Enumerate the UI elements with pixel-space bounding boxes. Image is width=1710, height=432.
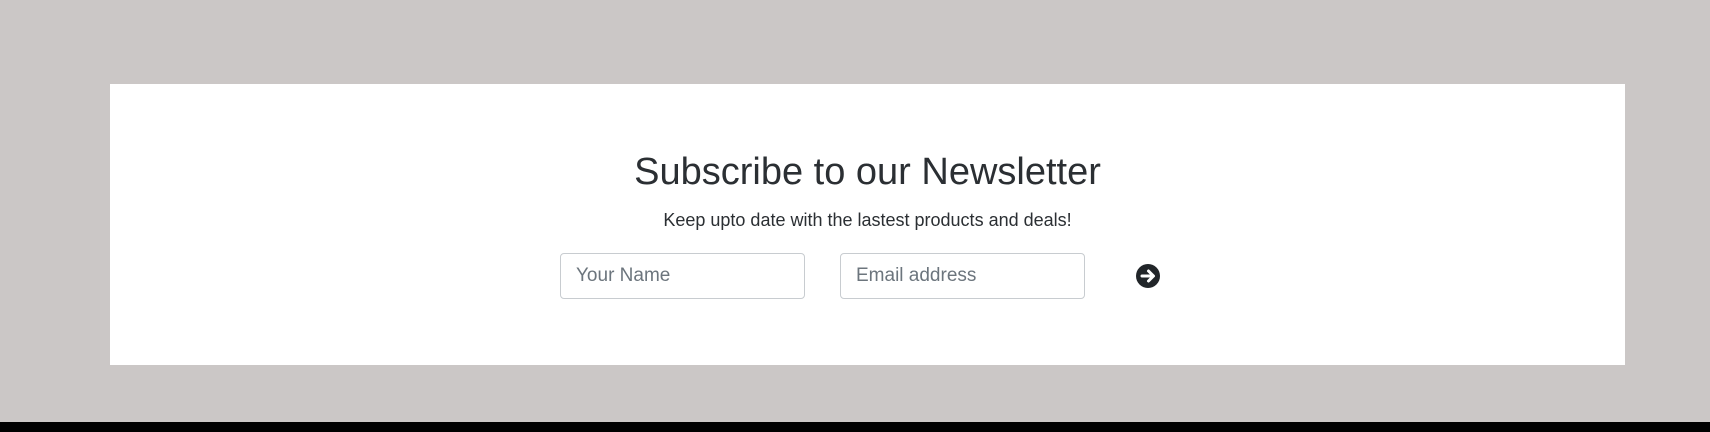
newsletter-subtitle: Keep upto date with the lastest products… bbox=[663, 210, 1072, 230]
name-input[interactable] bbox=[560, 253, 805, 299]
newsletter-section: Subscribe to our Newsletter Keep upto da… bbox=[110, 84, 1625, 365]
subscribe-submit-button[interactable] bbox=[1134, 262, 1162, 290]
page: Subscribe to our Newsletter Keep upto da… bbox=[0, 0, 1710, 432]
arrow-right-circle-icon bbox=[1134, 262, 1162, 290]
newsletter-title: Subscribe to our Newsletter bbox=[634, 151, 1101, 193]
email-input[interactable] bbox=[840, 253, 1085, 299]
bottom-bar bbox=[0, 422, 1710, 432]
